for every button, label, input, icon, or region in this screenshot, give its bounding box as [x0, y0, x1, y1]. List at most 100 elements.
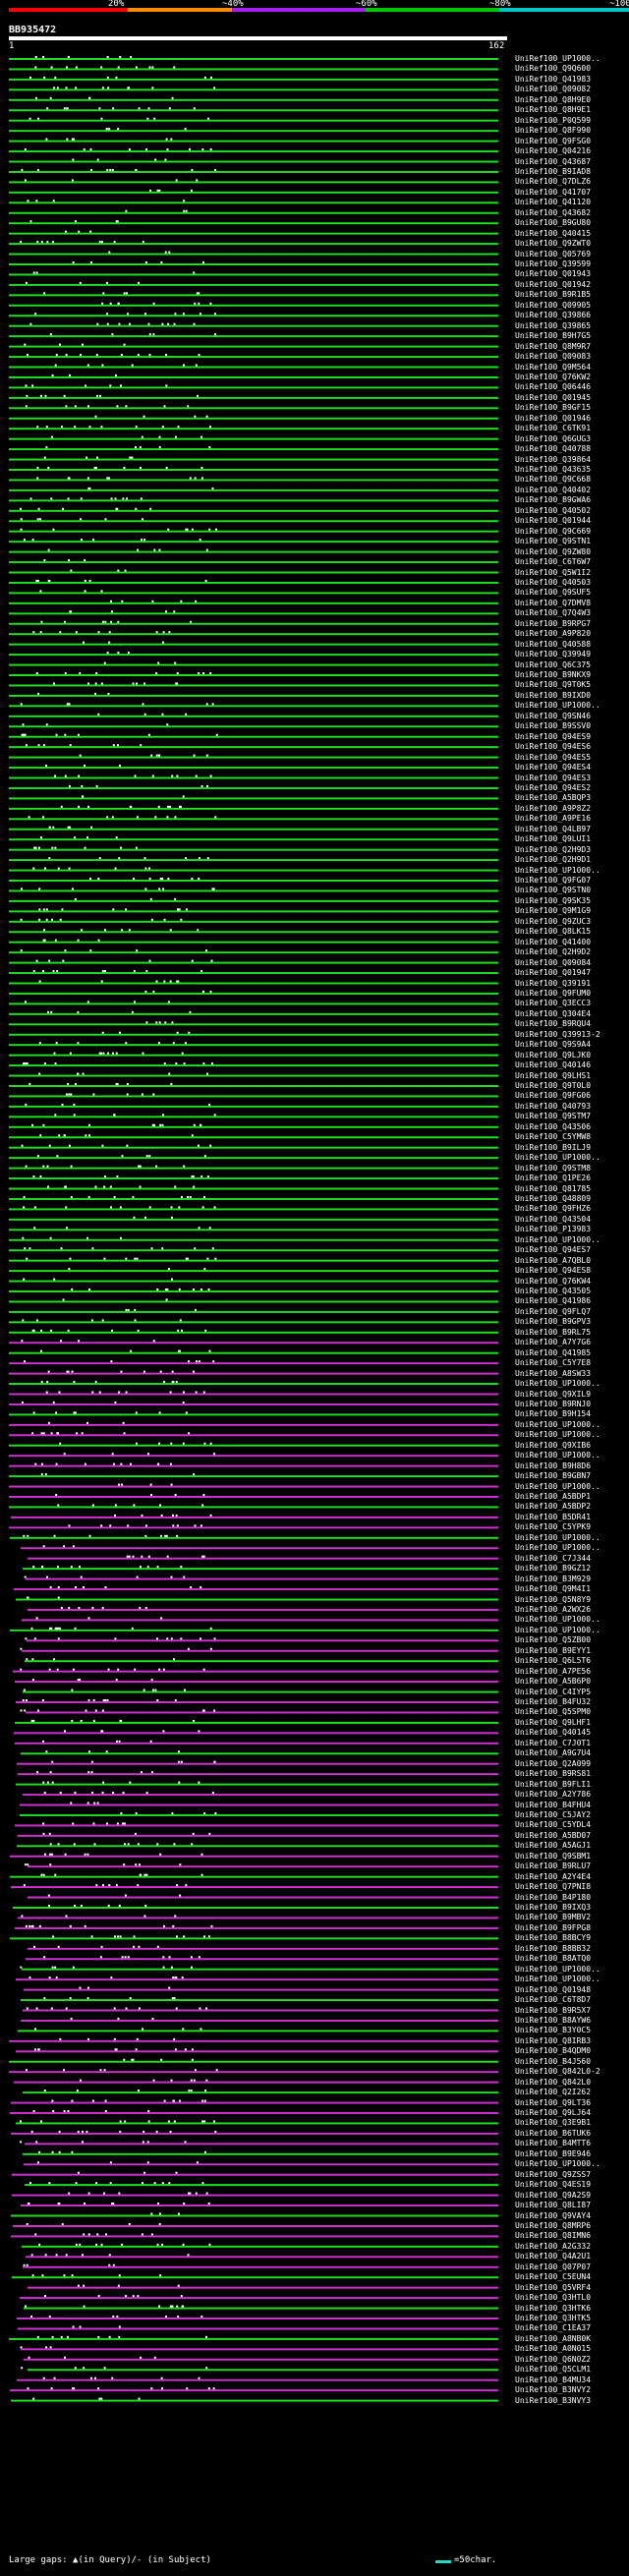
hit-label[interactable]: UniRef100_A5AGJ1 [515, 1841, 591, 1851]
hit-bar[interactable] [9, 541, 498, 544]
hit-bar[interactable] [21, 2204, 498, 2207]
hit-bar[interactable] [9, 1012, 498, 1015]
hit-label[interactable]: UniRef100_Q9XIB6 [515, 1441, 591, 1451]
hit-bar[interactable] [9, 663, 498, 666]
hit-bar[interactable] [9, 417, 498, 420]
hit-label[interactable]: UniRef100_B4MTT6 [515, 2139, 591, 2148]
hit-bar[interactable] [9, 1321, 498, 1324]
hit-label[interactable]: UniRef100_B9H8D6 [515, 1461, 591, 1471]
hit-label[interactable]: UniRef100_Q9LHF1 [515, 1718, 591, 1728]
hit-bar[interactable] [13, 2224, 498, 2227]
hit-label[interactable]: UniRef100_Q9C668 [515, 475, 591, 485]
hit-label[interactable]: UniRef100_Q7PNI8 [515, 1882, 591, 1892]
hit-label[interactable]: UniRef100_Q48809 [515, 1194, 591, 1204]
hit-bar[interactable] [9, 1496, 498, 1498]
hit-label[interactable]: UniRef100_B9EYY1 [515, 1646, 591, 1656]
hit-bar[interactable] [9, 571, 498, 574]
hit-bar[interactable] [9, 1249, 498, 1252]
hit-label[interactable]: UniRef100_Q5ZB00 [515, 1635, 591, 1645]
hit-bar[interactable] [9, 931, 498, 934]
hit-bar[interactable] [9, 1116, 498, 1118]
hit-label[interactable]: UniRef100_A5BDP1 [515, 1492, 591, 1502]
hit-bar[interactable] [9, 643, 498, 646]
hit-label[interactable]: UniRef100_Q9T0L0 [515, 1081, 591, 1091]
hit-bar[interactable] [10, 1937, 498, 1940]
hit-bar[interactable] [21, 2019, 498, 2022]
hit-label[interactable]: UniRef100_Q5N8Y9 [515, 1595, 591, 1605]
hit-label[interactable]: UniRef100_Q43682 [515, 208, 591, 218]
hit-bar[interactable] [9, 920, 498, 923]
hit-label[interactable]: UniRef100_Q3HTK5 [515, 2314, 591, 2323]
hit-bar[interactable] [24, 2307, 498, 2310]
hit-label[interactable]: UniRef100_Q43506 [515, 1122, 591, 1132]
hit-bar[interactable] [14, 1588, 498, 1591]
hit-bar[interactable] [9, 1413, 498, 1416]
hit-label[interactable]: UniRef100_Q9FHZ6 [515, 1204, 591, 1214]
hit-label[interactable]: UniRef100_Q41983 [515, 75, 591, 85]
hit-label[interactable]: UniRef100_Q39949 [515, 650, 591, 659]
hit-bar[interactable] [9, 315, 498, 317]
hit-bar[interactable] [9, 253, 498, 256]
hit-bar[interactable] [9, 992, 498, 995]
hit-bar[interactable] [18, 2030, 498, 2032]
hit-bar[interactable] [9, 889, 498, 892]
hit-bar[interactable] [18, 2327, 498, 2330]
hit-bar[interactable] [24, 2358, 498, 2361]
hit-bar[interactable] [17, 1762, 498, 1765]
hit-label[interactable]: UniRef100_Q4A2U1 [515, 2252, 591, 2261]
hit-bar[interactable] [9, 479, 498, 482]
hit-label[interactable]: UniRef100_Q9VAY4 [515, 2211, 591, 2221]
hit-bar[interactable] [9, 746, 498, 749]
hit-label[interactable]: UniRef100_UP1000.. [515, 866, 600, 876]
hit-bar[interactable] [9, 1054, 498, 1057]
hit-label[interactable]: UniRef100_Q7DMV8 [515, 599, 591, 608]
hit-bar[interactable] [9, 972, 498, 975]
hit-label[interactable]: UniRef100_Q76KW4 [515, 1277, 591, 1287]
hit-bar[interactable] [9, 428, 498, 430]
hit-label[interactable]: UniRef100_B3NVY3 [515, 2396, 591, 2406]
hit-bar[interactable] [9, 725, 498, 728]
hit-bar[interactable] [9, 109, 498, 112]
hit-bar[interactable] [9, 366, 498, 369]
hit-bar[interactable] [9, 910, 498, 913]
hit-bar[interactable] [9, 1526, 498, 1529]
hit-bar[interactable] [26, 1577, 498, 1580]
hit-label[interactable]: UniRef100_B9GPV3 [515, 1317, 591, 1327]
hit-label[interactable]: UniRef100_B9GU80 [515, 218, 591, 228]
hit-bar[interactable] [9, 1033, 498, 1036]
hit-label[interactable]: UniRef100_A2WX26 [515, 1605, 591, 1615]
hit-label[interactable]: UniRef100_A0N015 [515, 2344, 591, 2354]
hit-bar[interactable] [9, 550, 498, 553]
hit-label[interactable]: UniRef100_Q39865 [515, 321, 591, 331]
hit-bar[interactable] [9, 211, 498, 214]
hit-bar[interactable] [23, 1568, 498, 1571]
hit-bar[interactable] [18, 1834, 498, 1837]
hit-label[interactable]: UniRef100_Q39913-2 [515, 1030, 600, 1040]
hit-label[interactable]: UniRef100_UP1000.. [515, 1975, 600, 1984]
hit-bar[interactable] [9, 458, 498, 461]
hit-label[interactable]: UniRef100_UP1000.. [515, 1482, 600, 1492]
hit-label[interactable]: UniRef100_Q3E9B1 [515, 2118, 591, 2128]
hit-bar[interactable] [9, 1342, 498, 1345]
hit-label[interactable]: UniRef100_Q01944 [515, 516, 591, 526]
hit-label[interactable]: UniRef100_Q5W1I2 [515, 568, 591, 578]
hit-label[interactable]: UniRef100_Q94ES9 [515, 732, 591, 742]
hit-bar[interactable] [9, 1372, 498, 1375]
hit-label[interactable]: UniRef100_B4QDM0 [515, 2046, 591, 2056]
hit-label[interactable]: UniRef100_Q39191 [515, 979, 591, 989]
hit-bar[interactable] [23, 1690, 498, 1693]
hit-label[interactable]: UniRef100_B9IXD0 [515, 691, 591, 701]
hit-bar[interactable] [9, 243, 498, 246]
hit-bar[interactable] [9, 1270, 498, 1273]
hit-bar[interactable] [9, 674, 498, 676]
hit-label[interactable]: UniRef100_Q01948 [515, 1985, 591, 1995]
hit-label[interactable]: UniRef100_Q9SUF5 [515, 588, 591, 598]
hit-label[interactable]: UniRef100_Q9STN0 [515, 886, 591, 895]
hit-bar[interactable] [9, 1393, 498, 1396]
hit-label[interactable]: UniRef100_Q9FSG0 [515, 137, 591, 146]
hit-label[interactable]: UniRef100_Q9FLQ7 [515, 1307, 591, 1317]
hit-label[interactable]: UniRef100_P0Q599 [515, 116, 591, 126]
hit-label[interactable]: UniRef100_B9ILJ9 [515, 1143, 591, 1153]
hit-label[interactable]: UniRef100_Q2H9D1 [515, 855, 591, 865]
hit-bar[interactable] [11, 2235, 498, 2238]
